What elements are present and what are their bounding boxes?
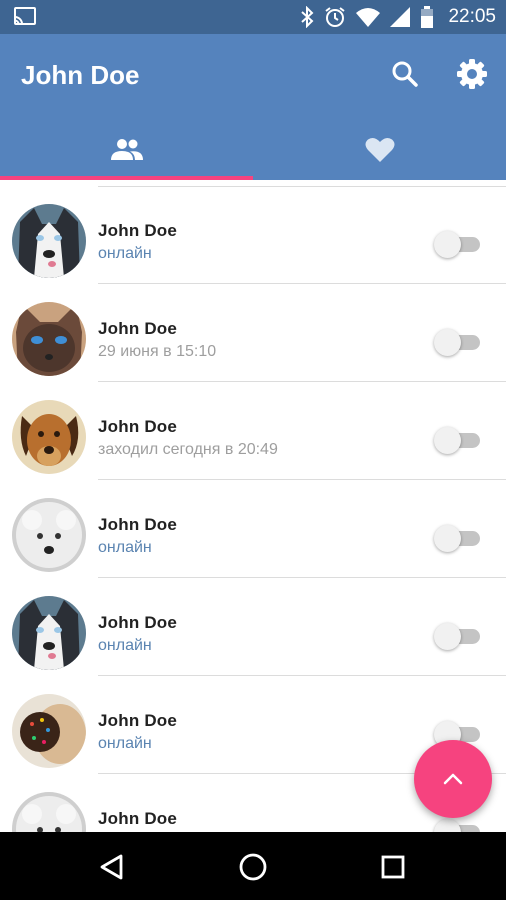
avatar — [12, 302, 86, 376]
cast-icon — [14, 7, 36, 25]
siamese-cat-photo — [12, 302, 86, 376]
contact-status: онлайн — [98, 245, 152, 262]
tab-bar — [0, 120, 506, 180]
contact-name: John Doe — [98, 711, 178, 730]
contact-status: 29 июня в 15:10 — [98, 343, 217, 360]
avatar — [12, 400, 86, 474]
contact-name: John Doe — [98, 417, 178, 436]
tab-favorites[interactable] — [253, 120, 506, 180]
toggle-thumb — [434, 525, 461, 552]
notify-toggle[interactable] — [434, 230, 480, 258]
system-nav-bar — [0, 832, 506, 900]
avatar — [12, 694, 86, 768]
notify-toggle[interactable] — [434, 328, 480, 356]
list-item[interactable]: John Doe онлайн — [0, 480, 506, 578]
avatar — [12, 596, 86, 670]
wifi-icon — [356, 8, 381, 27]
contact-list[interactable]: John Doe онлайн John Doe 29 июня в 15:10 — [0, 180, 506, 832]
contact-name: John Doe — [98, 319, 178, 338]
notify-toggle[interactable] — [434, 622, 480, 650]
app-bar: John Doe — [0, 34, 506, 180]
heart-icon — [365, 137, 394, 162]
toggle-thumb — [434, 329, 461, 356]
contact-name: John Doe — [98, 221, 178, 240]
alarm-icon — [325, 7, 346, 27]
husky-dog-photo — [12, 204, 86, 278]
battery-icon — [421, 6, 434, 28]
scroll-to-top-fab[interactable] — [414, 740, 492, 818]
contact-name: John Doe — [98, 613, 178, 632]
list-item[interactable]: John Doe онлайн — [0, 186, 506, 284]
notify-toggle[interactable] — [434, 426, 480, 454]
contact-name: John Doe — [98, 515, 178, 534]
recents-icon[interactable] — [376, 850, 410, 884]
notify-toggle[interactable] — [434, 524, 480, 552]
list-item[interactable]: John Doe 29 июня в 15:10 — [0, 284, 506, 382]
settings-gear-icon[interactable] — [456, 58, 488, 90]
avatar — [12, 792, 86, 832]
app-title: John Doe — [21, 60, 140, 90]
avatar — [12, 498, 86, 572]
list-item[interactable]: John Doe заходил сегодня в 20:49 — [0, 382, 506, 480]
contact-status: заходил сегодня в 20:49 — [98, 441, 278, 458]
dog-with-sprinkles-photo — [12, 694, 86, 768]
toggle-thumb — [434, 623, 461, 650]
chevron-up-icon — [443, 773, 463, 785]
search-icon[interactable] — [389, 58, 421, 90]
white-fluffy-dog-photo — [12, 498, 86, 572]
clock-time: 22:05 — [448, 6, 496, 27]
people-icon — [110, 139, 143, 160]
toggle-thumb — [434, 427, 461, 454]
toggle-thumb — [434, 819, 461, 832]
brown-dog-photo — [12, 400, 86, 474]
contact-status: онлайн — [98, 539, 152, 556]
toggle-thumb — [434, 231, 461, 258]
signal-icon — [390, 7, 411, 27]
tab-friends[interactable] — [0, 120, 253, 180]
white-fluffy-dog-photo — [12, 792, 86, 832]
husky-dog-photo — [12, 596, 86, 670]
contact-status: онлайн — [98, 637, 152, 654]
avatar — [12, 204, 86, 278]
notify-toggle[interactable] — [434, 818, 480, 832]
contact-name: John Doe — [98, 809, 178, 828]
back-icon[interactable] — [96, 850, 130, 884]
home-icon[interactable] — [236, 850, 270, 884]
list-item[interactable]: John Doe онлайн — [0, 578, 506, 676]
contact-status: онлайн — [98, 735, 152, 752]
status-bar: 22:05 — [0, 0, 506, 34]
bluetooth-icon — [301, 6, 314, 28]
